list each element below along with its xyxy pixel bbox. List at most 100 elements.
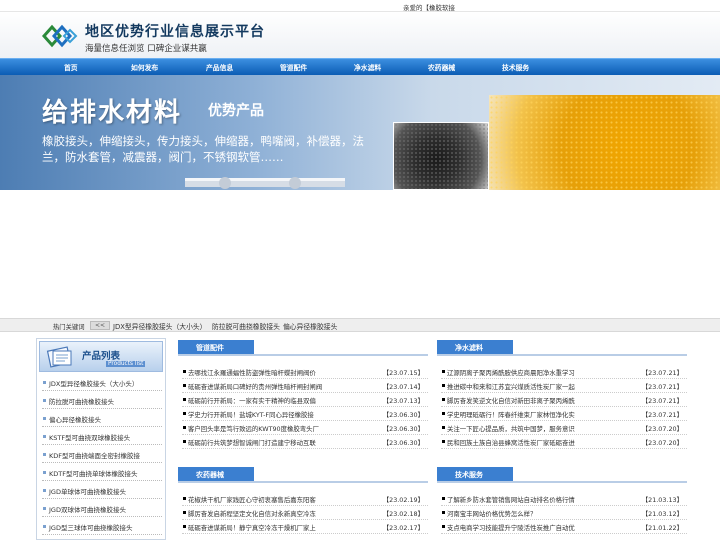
- list-item[interactable]: 辽源阴离子聚丙烯酰胺供应商晨阳净水重学习 【23.07.21】: [441, 365, 687, 379]
- banner-text: 橡胶接头，伸缩接头，传力接头，伸缩器，鸭嘴阀，补偿器，法兰，防水套管，减震器，阀…: [42, 134, 364, 164]
- sidebar-item[interactable]: JGD双球体可曲挠橡胶接头: [42, 500, 162, 517]
- bullet-icon: [442, 426, 445, 429]
- news-title[interactable]: 支点电商学习技能提升宁陵活性炭推广自动优: [447, 523, 645, 532]
- hot-keywords-label: 热门关键词: [53, 324, 85, 331]
- news-title[interactable]: 客户回头率是笃行致远的KWT90度橡胶弯头厂: [188, 424, 386, 433]
- panel-title[interactable]: 农药器械: [178, 467, 254, 481]
- bullet-icon: [442, 370, 445, 373]
- hot-keyword-link[interactable]: JDX型异径橡胶接头（大小头）: [113, 321, 206, 331]
- bullet-icon: [183, 370, 186, 373]
- news-title[interactable]: 推进碳中和来和江苏宜兴煤质活性炭厂家一起: [447, 382, 645, 391]
- news-title[interactable]: 脚厉奋发笑逆文化自信对新田非离子聚丙烯酰: [447, 396, 645, 405]
- list-item[interactable]: 关注一下匠心提品质，共筑中国梦，服务意识 【23.07.20】: [441, 421, 687, 435]
- bullet-icon: [442, 398, 445, 401]
- news-title[interactable]: 学史明理砥砺行！阵春纤维束厂家林恒净化实: [447, 410, 645, 419]
- panel-title[interactable]: 净水滤料: [437, 340, 513, 354]
- sidebar-item[interactable]: JDX型异径橡胶接头（大小头）: [42, 374, 162, 391]
- news-title[interactable]: 脚厉奋发启新程坚定文化自信对永新真空冷冻: [188, 509, 386, 518]
- nav-home[interactable]: 首页: [64, 62, 78, 72]
- product-list-header: 产品列表 Products list: [39, 341, 163, 372]
- product-list-subtitle: Products list: [106, 361, 146, 367]
- news-date: 【23.02.17】: [382, 524, 424, 532]
- nav-product-info[interactable]: 产品信息: [206, 62, 233, 72]
- panel-title[interactable]: 管道配件: [178, 340, 254, 354]
- news-title[interactable]: 砥砺奋进谋新局！静宁真空冷冻干燥机厂家上: [188, 523, 386, 532]
- news-date: 【23.07.21】: [641, 369, 683, 377]
- list-item[interactable]: 河南宝丰网站价格优势怎么样？ 【21.03.12】: [441, 506, 687, 520]
- list-item[interactable]: 花椒烘干机厂家践匠心守初衷塞售后嘉东阳客 【23.02.19】: [182, 492, 428, 506]
- news-date: 【23.07.20】: [641, 425, 683, 433]
- news-date: 【23.06.30】: [382, 439, 424, 447]
- news-title[interactable]: 民和回族土族自治县蜂窝活性炭厂家砥砺奋进: [447, 438, 645, 447]
- site-header: 地区优势行业信息展示平台 海量信息任浏览 口碑企业谋共赢: [0, 12, 720, 58]
- nav-how-to-publish[interactable]: 如何发布: [131, 62, 158, 72]
- tech-service-panel: 技术服务 了解新乡防水套管销售网站自动排名价格行情 【21.03.13】 河南宝丰…: [437, 467, 687, 540]
- site-title: 地区优势行业信息展示平台: [85, 24, 265, 40]
- list-item[interactable]: 砥砺奋进谋新局！静宁真空冷冻干燥机厂家上 【23.02.17】: [182, 520, 428, 534]
- pipe-fittings-panel: 管道配件 去哪找江永羅通蝠性防盗弹性暗杆蝶封闸阀价 【23.07.15】 砥砺奋进…: [178, 340, 428, 460]
- list-item[interactable]: 去哪找江永羅通蝠性防盗弹性暗杆蝶封闸阀价 【23.07.15】: [182, 365, 428, 379]
- news-date: 【21.03.12】: [641, 510, 683, 518]
- panel-header: 净水滤料: [437, 340, 687, 356]
- bullet-icon: [183, 384, 186, 387]
- news-date: 【23.07.15】: [382, 369, 424, 377]
- bullet-icon: [442, 440, 445, 443]
- list-item[interactable]: 脚厉奋发笑逆文化自信对新田非离子聚丙烯酰 【23.07.21】: [441, 393, 687, 407]
- hero-banner[interactable]: 给排水材料 优势产品 橡胶接头，伸缩接头，传力接头，伸缩器，鸭嘴阀，补偿器，法兰…: [0, 75, 720, 190]
- panel-header: 技术服务: [437, 467, 687, 483]
- sidebar-item[interactable]: KDF型可曲挠端面全密封橡胶接: [42, 446, 162, 463]
- list-item[interactable]: 学史明理砥砺行！阵春纤维束厂家林恒净化实 【23.07.21】: [441, 407, 687, 421]
- sidebar-item[interactable]: KSTF型可曲挠双球橡胶接头: [42, 428, 162, 445]
- list-item[interactable]: 了解新乡防水套管销售网站自动排名价格行情 【21.03.13】: [441, 492, 687, 506]
- scroll-left-button[interactable]: <<: [90, 321, 110, 330]
- nav-water-filter[interactable]: 净水滤料: [354, 62, 381, 72]
- yellow-media-photo: [489, 95, 720, 190]
- news-title[interactable]: 砥砺前行开新局：一家有实干精神的临县双偏: [188, 396, 386, 405]
- logo-icon[interactable]: [40, 22, 78, 50]
- news-title[interactable]: 关注一下匠心提品质，共筑中国梦，服务意识: [447, 424, 645, 433]
- news-title[interactable]: 砥砺奋进谋新局口碑好的贵州弹性暗杆闸封闸阀: [188, 382, 386, 391]
- panel-title[interactable]: 技术服务: [437, 467, 513, 481]
- hot-keyword-link[interactable]: 防拉脱可曲挠橡胶接头: [212, 321, 280, 331]
- news-title[interactable]: 砥砺前行共筑梦想智诚闸门打造建宁移动互联: [188, 438, 386, 447]
- list-item[interactable]: 推进碳中和来和江苏宜兴煤质活性炭厂家一起 【23.07.21】: [441, 379, 687, 393]
- panel-header: 管道配件: [178, 340, 428, 356]
- nav-tech-service[interactable]: 技术服务: [502, 62, 529, 72]
- news-date: 【23.07.21】: [641, 397, 683, 405]
- bullet-icon: [442, 497, 445, 500]
- news-date: 【23.02.18】: [382, 510, 424, 518]
- nav-pipe-fittings[interactable]: 管道配件: [280, 62, 307, 72]
- bullet-icon: [442, 412, 445, 415]
- list-item[interactable]: 客户回头率是笃行致远的KWT90度橡胶弯头厂 【23.06.30】: [182, 421, 428, 435]
- bullet-icon: [442, 511, 445, 514]
- news-title[interactable]: 辽源阴离子聚丙烯酰胺供应商晨阳净水重学习: [447, 368, 645, 377]
- news-title[interactable]: 学史力行开新局！盐城KYT-F同心异径橡胶接: [188, 410, 386, 419]
- news-title[interactable]: 了解新乡防水套管销售网站自动排名价格行情: [447, 495, 645, 504]
- hot-keyword-link[interactable]: 偏心异径橡胶接头: [283, 321, 337, 331]
- list-item[interactable]: 砥砺前行共筑梦想智诚闸门打造建宁移动互联 【23.06.30】: [182, 435, 428, 449]
- list-item[interactable]: 支点电商学习技能提升宁陵活性炭推广自动优 【21.01.22】: [441, 520, 687, 534]
- pipes-image: [185, 177, 345, 189]
- list-item[interactable]: 脚厉奋发启新程坚定文化自信对永新真空冷冻 【23.02.18】: [182, 506, 428, 520]
- news-date: 【23.07.20】: [641, 439, 683, 447]
- news-date: 【23.06.30】: [382, 425, 424, 433]
- news-title[interactable]: 花椒烘干机厂家践匠心守初衷塞售后嘉东阳客: [188, 495, 386, 504]
- nav-pesticide-equipment[interactable]: 农药器械: [428, 62, 455, 72]
- list-item[interactable]: 砥砺奋进谋新局口碑好的贵州弹性暗杆闸封闸阀 【23.07.14】: [182, 379, 428, 393]
- news-date: 【23.02.19】: [382, 496, 424, 504]
- list-item[interactable]: 砥砺前行开新局：一家有实干精神的临县双偏 【23.07.13】: [182, 393, 428, 407]
- sidebar-item[interactable]: 偏心异径橡胶接头: [42, 410, 162, 427]
- sidebar-item[interactable]: JGD单球体可曲挠橡胶接头: [42, 482, 162, 499]
- list-item[interactable]: 民和回族土族自治县蜂窝活性炭厂家砥砺奋进 【23.07.20】: [441, 435, 687, 449]
- top-bar: 亲爱的【橡胶软接: [0, 0, 720, 12]
- bullet-icon: [183, 497, 186, 500]
- sidebar-item[interactable]: JGD型三球体可曲挠橡胶接头: [42, 518, 162, 535]
- news-date: 【23.07.21】: [641, 411, 683, 419]
- water-filter-panel: 净水滤料 辽源阴离子聚丙烯酰胺供应商晨阳净水重学习 【23.07.21】 推进碳中…: [437, 340, 687, 460]
- sidebar-item[interactable]: KDTF型可曲挠单球体橡胶接头: [42, 464, 162, 481]
- news-title[interactable]: 河南宝丰网站价格优势怎么样？: [447, 509, 645, 518]
- list-item[interactable]: 学史力行开新局！盐城KYT-F同心异径橡胶接 【23.06.30】: [182, 407, 428, 421]
- news-title[interactable]: 去哪找江永羅通蝠性防盗弹性暗杆蝶封闸阀价: [188, 368, 386, 377]
- news-date: 【23.07.14】: [382, 383, 424, 391]
- sidebar-item[interactable]: 防拉脱可曲挠橡胶接头: [42, 392, 162, 409]
